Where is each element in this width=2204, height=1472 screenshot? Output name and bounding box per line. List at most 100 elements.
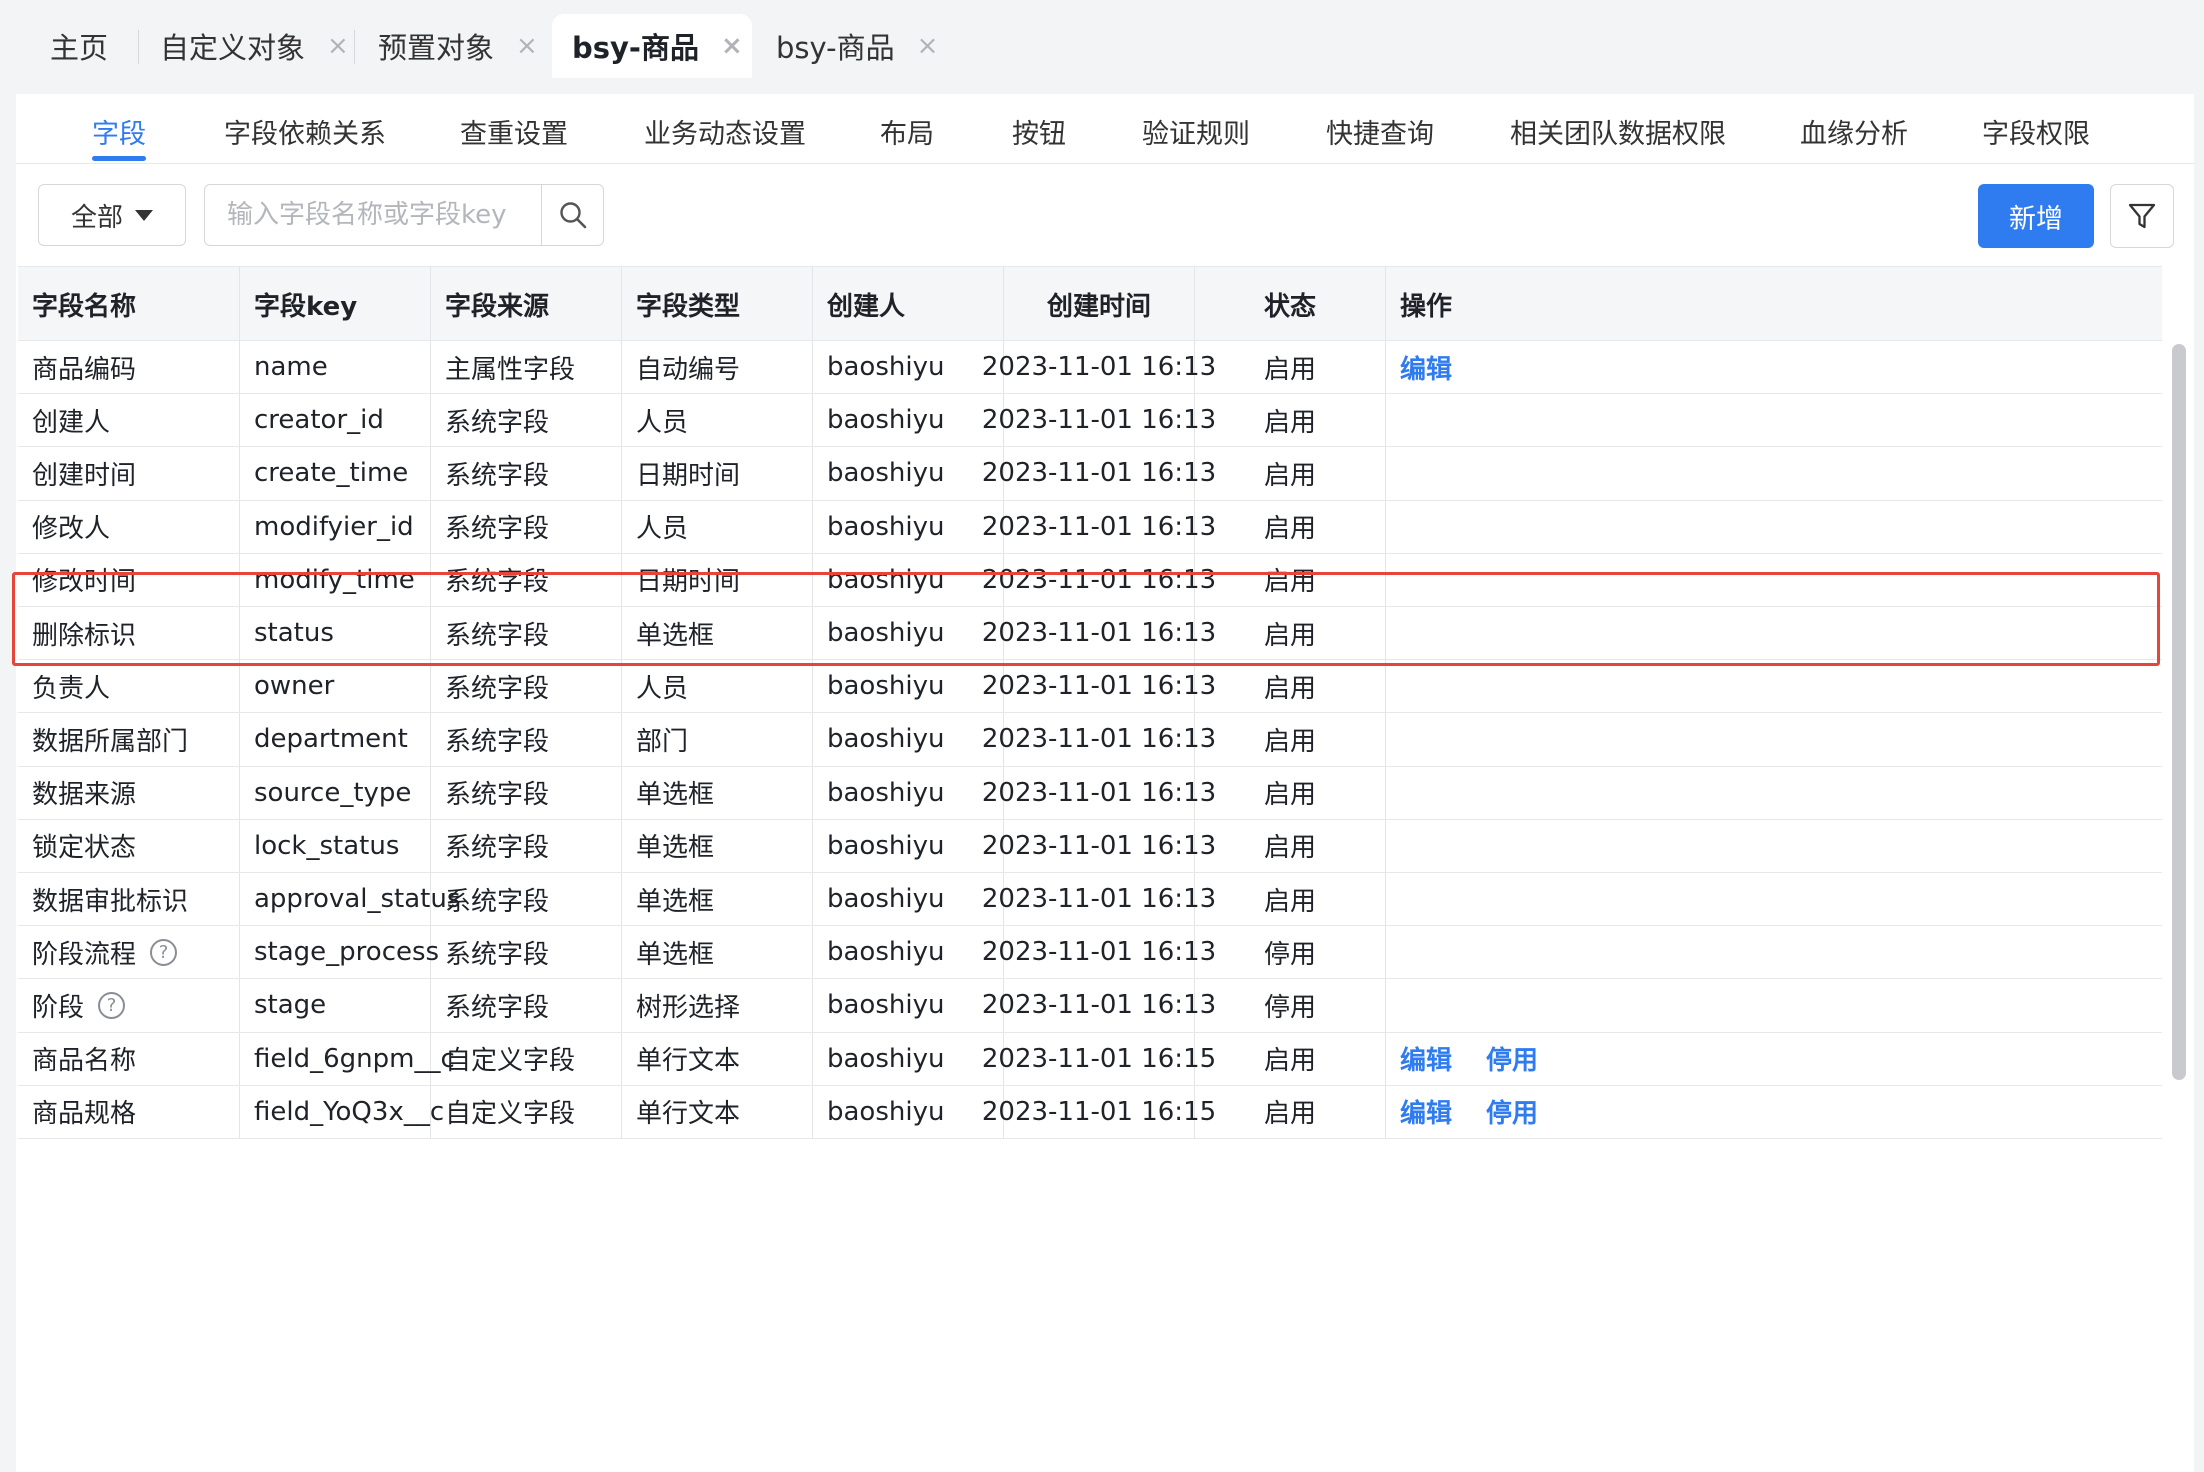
tab-fields[interactable]: 字段 bbox=[92, 112, 146, 151]
table-row[interactable]: 删除标识 status 系统字段 单选框 baoshiyu 2023-11-01 16:1… bbox=[18, 607, 2162, 661]
tab-duplicate-check[interactable]: 查重设置 bbox=[460, 112, 568, 151]
cell-actions: 编辑 bbox=[1386, 341, 2162, 393]
cell-field-name: 删除标识 bbox=[18, 607, 240, 660]
tab-team-data-permissions[interactable]: 相关团队数据权限 bbox=[1510, 112, 1726, 151]
tab-lineage-analysis[interactable]: 血缘分析 bbox=[1800, 112, 1908, 151]
tab-field-dependencies[interactable]: 字段依赖关系 bbox=[224, 112, 386, 151]
table-row[interactable]: 修改人 modifyier_id 系统字段 人员 baoshiyu 2023-11-01 … bbox=[18, 500, 2162, 554]
search-button[interactable] bbox=[541, 185, 603, 245]
column-header-type: 字段类型 bbox=[622, 267, 813, 342]
close-icon[interactable]: × bbox=[327, 31, 349, 61]
tab-layout[interactable]: 布局 bbox=[880, 112, 934, 151]
cell-field-type-text: 单选框 bbox=[636, 780, 715, 811]
cell-actions bbox=[1386, 820, 2162, 872]
cell-creator: baoshiyu bbox=[813, 500, 1004, 553]
table-row[interactable]: 商品编码 name 主属性字段 自动编号 baoshiyu 2023-11-01 16:1… bbox=[18, 341, 2162, 395]
cell-field-type: 日期时间 bbox=[622, 553, 813, 606]
cell-status: 启用 bbox=[1195, 713, 1386, 766]
cell-status-text: 启用 bbox=[1263, 567, 1316, 598]
table-row[interactable]: 修改时间 modify_time 系统字段 日期时间 baoshiyu 2023-11-0… bbox=[18, 553, 2162, 607]
cell-field-key: status bbox=[240, 607, 431, 660]
cell-field-name: 数据来源 bbox=[18, 766, 240, 819]
cell-created-time: 2023-11-01 16:15 bbox=[982, 1085, 1216, 1138]
cell-field-key-text: create_time bbox=[254, 458, 409, 489]
add-field-button[interactable]: 新增 bbox=[1978, 184, 2094, 248]
top-tab-label: bsy-商品 bbox=[776, 31, 895, 65]
top-tab-bsy-goods-active[interactable]: bsy-商品 × bbox=[552, 14, 752, 78]
top-tab-custom-objects[interactable]: 自定义对象 × bbox=[140, 14, 349, 78]
scrollbar-thumb[interactable] bbox=[2172, 344, 2186, 1080]
edit-link[interactable]: 编辑 bbox=[1400, 1040, 1452, 1077]
table-row[interactable]: 数据来源 source_type 系统字段 单选框 baoshiyu 2023-11-01… bbox=[18, 766, 2162, 820]
tab-business-activity[interactable]: 业务动态设置 bbox=[644, 112, 806, 151]
close-icon[interactable]: × bbox=[516, 31, 538, 61]
cell-created-time-text: 2023-11-01 16:13 bbox=[981, 458, 1217, 489]
cell-field-type: 单行文本 bbox=[622, 1032, 813, 1085]
cell-creator: baoshiyu bbox=[813, 447, 1004, 500]
cell-field-source: 系统字段 bbox=[431, 713, 622, 766]
top-tab-home[interactable]: 主页 bbox=[30, 14, 108, 78]
search-input[interactable] bbox=[205, 185, 543, 245]
top-tab-bsy-goods[interactable]: bsy-商品 × bbox=[756, 14, 938, 78]
disable-link[interactable]: 停用 bbox=[1486, 1093, 1538, 1130]
cell-field-source: 系统字段 bbox=[431, 447, 622, 500]
column-header-actions: 操作 bbox=[1400, 292, 1453, 322]
vertical-scrollbar[interactable] bbox=[2172, 344, 2186, 1472]
cell-status: 启用 bbox=[1195, 500, 1386, 553]
tab-quick-query[interactable]: 快捷查询 bbox=[1326, 112, 1434, 151]
cell-field-name-text: 阶段流程 bbox=[32, 939, 137, 970]
table-row[interactable]: 商品名称 field_6gnpm__c 自定义字段 单行文本 baoshiyu 2023-… bbox=[18, 1032, 2162, 1086]
disable-link[interactable]: 停用 bbox=[1486, 1040, 1538, 1077]
cell-field-type: 人员 bbox=[622, 394, 813, 447]
table-row[interactable]: 阶段? stage 系统字段 树形选择 baoshiyu 2023-11-01 16:13… bbox=[18, 979, 2162, 1033]
help-circle-icon[interactable]: ? bbox=[150, 938, 178, 966]
table-row[interactable]: 数据审批标识 approval_status 系统字段 单选框 baoshiyu 2023… bbox=[18, 873, 2162, 927]
close-icon[interactable]: × bbox=[721, 31, 743, 61]
cell-created-time: 2023-11-01 16:13 bbox=[982, 713, 1216, 766]
table-row[interactable]: 商品规格 field_YoQ3x__c 自定义字段 单行文本 baoshiyu 2023-… bbox=[18, 1085, 2162, 1139]
cell-field-name: 创建人 bbox=[18, 394, 240, 447]
cell-status-text: 启用 bbox=[1263, 886, 1316, 917]
cell-field-type: 单选框 bbox=[622, 873, 813, 926]
table-row[interactable]: 创建时间 create_time 系统字段 日期时间 baoshiyu 2023-11-0… bbox=[18, 447, 2162, 501]
close-icon[interactable]: × bbox=[917, 31, 939, 61]
cell-field-source: 系统字段 bbox=[431, 819, 622, 872]
table-row[interactable]: 数据所属部门 department 系统字段 部门 baoshiyu 2023-11-01… bbox=[18, 713, 2162, 767]
table-row[interactable]: 锁定状态 lock_status 系统字段 单选框 baoshiyu 2023-11-01… bbox=[18, 819, 2162, 873]
cell-created-time-text: 2023-11-01 16:13 bbox=[981, 777, 1217, 808]
cell-actions bbox=[1386, 979, 2162, 1031]
top-tab-label: bsy-商品 bbox=[572, 31, 699, 65]
cell-field-key: create_time bbox=[240, 447, 431, 500]
cell-field-key: stage_process bbox=[240, 926, 439, 979]
cell-field-type: 树形选择 bbox=[622, 979, 813, 1032]
cell-field-source: 系统字段 bbox=[431, 926, 622, 979]
cell-creator-text: baoshiyu bbox=[827, 724, 945, 755]
cell-field-type-text: 人员 bbox=[636, 673, 689, 704]
cell-created-time: 2023-11-01 16:13 bbox=[982, 394, 1216, 447]
cell-actions bbox=[1386, 554, 2162, 606]
tab-validation-rules[interactable]: 验证规则 bbox=[1142, 112, 1250, 151]
cell-created-time-text: 2023-11-01 16:13 bbox=[981, 990, 1217, 1021]
column-header-creator: 创建人 bbox=[813, 267, 1004, 342]
table-row[interactable]: 阶段流程? stage_process 系统字段 单选框 baoshiyu 2023-11… bbox=[18, 926, 2162, 980]
cell-field-source-text: 主属性字段 bbox=[445, 354, 576, 385]
cell-field-key-text: department bbox=[254, 724, 408, 755]
edit-link[interactable]: 编辑 bbox=[1400, 349, 1452, 386]
edit-link[interactable]: 编辑 bbox=[1400, 1093, 1452, 1130]
cell-field-source-text: 系统字段 bbox=[445, 992, 550, 1023]
tab-field-permissions[interactable]: 字段权限 bbox=[1982, 112, 2090, 151]
table-row[interactable]: 负责人 owner 系统字段 人员 baoshiyu 2023-11-01 16:13 启用 bbox=[18, 660, 2162, 714]
cell-field-type: 部门 bbox=[622, 713, 813, 766]
cell-field-source-text: 自定义字段 bbox=[445, 1046, 576, 1077]
cell-actions: 编辑 停用 bbox=[1386, 1086, 2162, 1138]
help-circle-icon[interactable]: ? bbox=[98, 991, 126, 1019]
top-tab-preset-objects[interactable]: 预置对象 × bbox=[358, 14, 538, 78]
cell-field-name-text: 商品名称 bbox=[32, 1046, 137, 1077]
cell-field-name: 商品编码 bbox=[18, 341, 240, 394]
cell-created-time: 2023-11-01 16:13 bbox=[982, 979, 1216, 1032]
filter-button[interactable] bbox=[2110, 184, 2174, 248]
cell-field-type-text: 单选框 bbox=[636, 886, 715, 917]
tab-buttons[interactable]: 按钮 bbox=[1012, 112, 1066, 151]
table-row[interactable]: 创建人 creator_id 系统字段 人员 baoshiyu 2023-11-01 16… bbox=[18, 394, 2162, 448]
field-scope-select[interactable]: 全部 bbox=[38, 184, 186, 246]
